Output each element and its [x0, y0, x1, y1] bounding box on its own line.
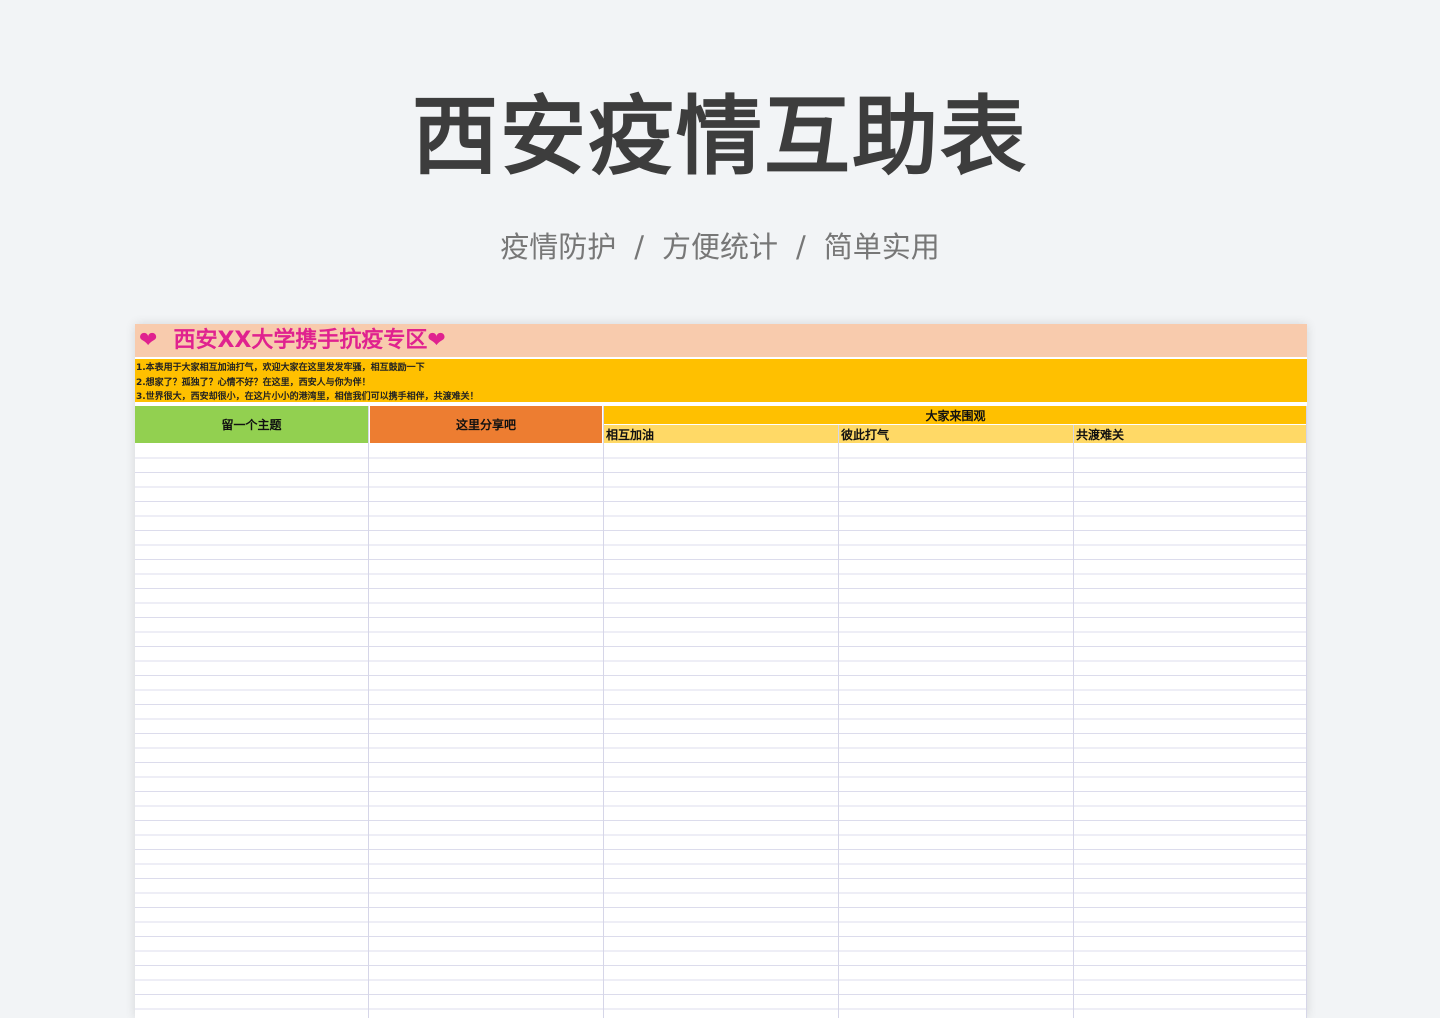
instruction-line: 1.本表用于大家相互加油打气，欢迎大家在这里发发牢骚，相互鼓励一下 — [136, 363, 425, 373]
sheet-banner[interactable]: ❤ 西安XX大学携手抗疫专区 ❤ — [135, 324, 1307, 359]
column-divider — [838, 425, 839, 1018]
column-divider — [603, 406, 604, 1018]
subtitle-part-practical: 简单实用 — [823, 230, 940, 264]
heart-icon: ❤ — [139, 328, 158, 353]
subtitle-part-protection: 疫情防护 — [500, 230, 617, 264]
header-share[interactable]: 这里分享吧 — [370, 406, 602, 443]
page-title: 西安疫情互助表 — [412, 87, 1028, 187]
subtitle-separator: / — [796, 230, 806, 264]
header-cheer[interactable]: 相互加油 — [604, 425, 838, 443]
header-overcome[interactable]: 共渡难关 — [1074, 425, 1307, 443]
column-divider — [1306, 406, 1307, 1018]
spreadsheet: ❤ 西安XX大学携手抗疫专区 ❤ 1.本表用于大家相互加油打气，欢迎大家在这里发… — [135, 324, 1307, 1018]
heart-icon: ❤ — [427, 328, 446, 353]
banner-title: 西安XX大学携手抗疫专区 — [173, 328, 428, 353]
instructions-cell[interactable]: 1.本表用于大家相互加油打气，欢迎大家在这里发发牢骚，相互鼓励一下 2.想家了？… — [135, 359, 1307, 404]
column-divider — [368, 406, 369, 1018]
header-group-onlookers[interactable]: 大家来围观 — [604, 406, 1307, 424]
subtitle-separator: / — [634, 230, 644, 264]
page-subtitle: 疫情防护 / 方便统计 / 简单实用 — [0, 226, 1440, 268]
data-grid[interactable] — [135, 444, 1307, 1018]
instruction-line: 2.想家了？孤独了？心情不好？在这里，西安人与你为伴！ — [136, 377, 371, 388]
subtitle-part-statistics: 方便统计 — [661, 230, 778, 264]
header-topic[interactable]: 留一个主题 — [135, 406, 368, 443]
header-encourage[interactable]: 彼此打气 — [839, 425, 1073, 443]
column-divider — [1073, 425, 1074, 1018]
instruction-line: 3.世界很大，西安却很小，在这片小小的港湾里，相信我们可以携手相伴，共渡难关！ — [136, 392, 479, 402]
